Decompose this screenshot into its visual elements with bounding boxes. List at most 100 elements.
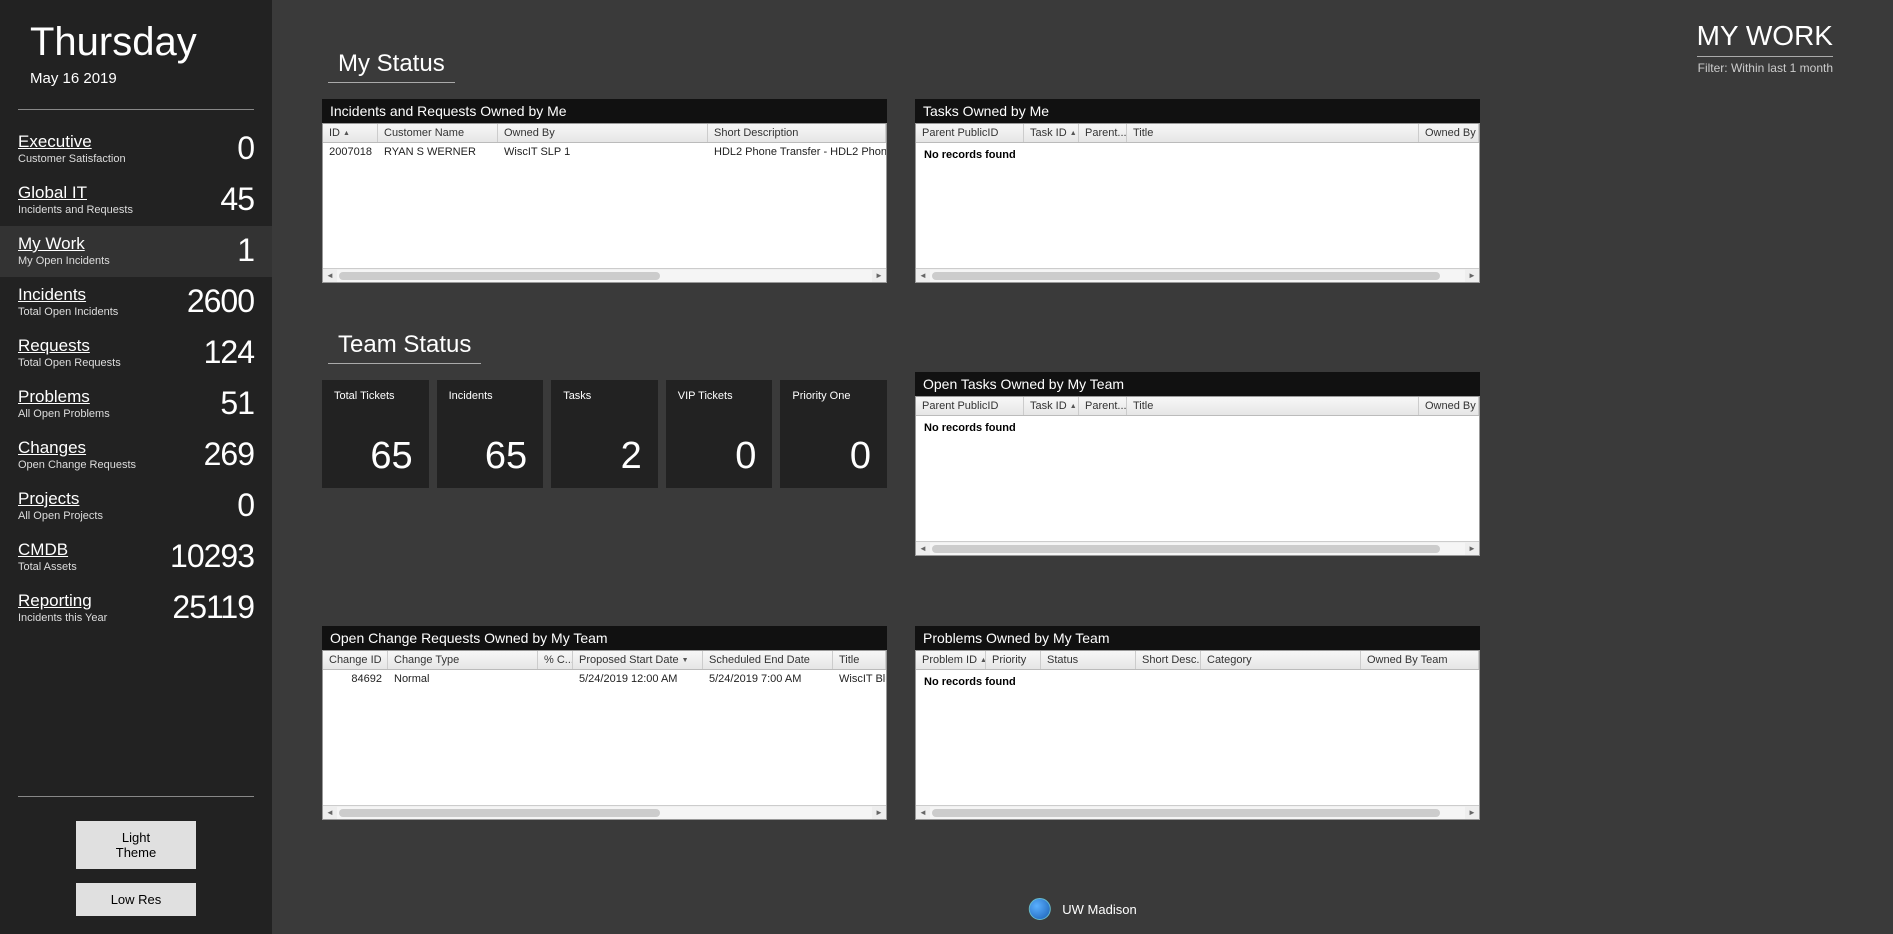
stat-label: Incidents <box>449 390 532 402</box>
col-customer[interactable]: Customer Name <box>378 124 498 142</box>
cell-cust: RYAN S WERNER <box>378 143 498 161</box>
filter-label: Filter: Within last 1 month <box>1697 61 1833 75</box>
col-title[interactable]: Title <box>833 651 886 669</box>
scroll-thumb[interactable] <box>339 809 660 817</box>
grid[interactable]: ID▲ Customer Name Owned By Short Descrip… <box>322 123 887 283</box>
table-row[interactable]: 84692 Normal 5/24/2019 12:00 AM 5/24/201… <box>323 670 886 688</box>
stat-incidents[interactable]: Incidents 65 <box>437 380 544 488</box>
nav-count: 10293 <box>170 538 254 575</box>
scroll-right-icon[interactable]: ► <box>872 806 886 820</box>
grid[interactable]: Parent PublicID Task ID▲ Parent... Title… <box>915 396 1480 556</box>
nav-count: 25119 <box>172 589 254 626</box>
stat-priority-one[interactable]: Priority One0 <box>780 380 887 488</box>
nav-count: 124 <box>204 334 254 371</box>
stat-value: 65 <box>449 435 532 478</box>
col-title[interactable]: Title <box>1127 397 1419 415</box>
col-tid[interactable]: Task ID▲ <box>1024 124 1079 142</box>
col-pstart[interactable]: Proposed Start Date▼ <box>573 651 703 669</box>
panel-open-change-requests-team: Open Change Requests Owned by My Team Ch… <box>322 626 887 820</box>
col-id[interactable]: ID▲ <box>323 124 378 142</box>
light-theme-button[interactable]: Light Theme <box>76 821 196 869</box>
grid[interactable]: Change ID Change Type % C... Proposed St… <box>322 650 887 820</box>
cell-pc <box>538 670 573 688</box>
stat-vip[interactable]: VIP Tickets0 <box>666 380 773 488</box>
col-pc[interactable]: % C... <box>538 651 573 669</box>
nav-projects[interactable]: ProjectsAll Open Projects 0 <box>0 481 272 532</box>
nav-incidents[interactable]: IncidentsTotal Open Incidents 2600 <box>0 277 272 328</box>
nav-changes[interactable]: ChangesOpen Change Requests 269 <box>0 430 272 481</box>
stat-tasks[interactable]: Tasks2 <box>551 380 658 488</box>
h-scrollbar[interactable]: ◄► <box>916 805 1479 819</box>
col-owned[interactable]: Owned By <box>1419 397 1479 415</box>
nav-sub: All Open Projects <box>18 510 103 522</box>
scroll-left-icon[interactable]: ◄ <box>323 806 337 820</box>
footer: UW Madison <box>1028 898 1136 920</box>
nav-reporting[interactable]: ReportingIncidents this Year 25119 <box>0 583 272 634</box>
col-owned[interactable]: Owned By Team <box>1361 651 1479 669</box>
scroll-right-icon[interactable]: ► <box>1465 806 1479 820</box>
nav-count: 45 <box>220 181 254 218</box>
col-cid[interactable]: Change ID <box>323 651 388 669</box>
stat-label: VIP Tickets <box>678 390 761 402</box>
col-parent[interactable]: Parent... <box>1079 397 1127 415</box>
col-title[interactable]: Title <box>1127 124 1419 142</box>
col-prio[interactable]: Priority <box>986 651 1041 669</box>
stat-total-tickets[interactable]: Total Tickets65 <box>322 380 429 488</box>
nav-sub: Incidents and Requests <box>18 204 133 216</box>
scroll-thumb[interactable] <box>932 545 1440 553</box>
nav-title: Problems <box>18 387 110 407</box>
panel-title: Open Tasks Owned by My Team <box>915 372 1480 396</box>
scroll-right-icon[interactable]: ► <box>1465 269 1479 283</box>
nav-my-work[interactable]: My WorkMy Open Incidents 1 <box>0 226 272 277</box>
divider <box>18 109 254 110</box>
low-res-button[interactable]: Low Res <box>76 883 196 916</box>
col-ownedby[interactable]: Owned By <box>498 124 708 142</box>
nav-count: 0 <box>237 130 254 167</box>
col-tid[interactable]: Task ID▲ <box>1024 397 1079 415</box>
section-team-status: Team Status <box>328 331 481 364</box>
col-shortdesc[interactable]: Short Description <box>708 124 886 142</box>
col-ctype[interactable]: Change Type <box>388 651 538 669</box>
scroll-thumb[interactable] <box>339 272 660 280</box>
col-owned[interactable]: Owned By <box>1419 124 1479 142</box>
h-scrollbar[interactable]: ◄► <box>323 805 886 819</box>
scroll-thumb[interactable] <box>932 809 1440 817</box>
col-pid[interactable]: Problem ID▲ <box>916 651 986 669</box>
cell-cid: 84692 <box>323 670 388 688</box>
nav-global-it[interactable]: Global ITIncidents and Requests 45 <box>0 175 272 226</box>
cell-send: 5/24/2019 7:00 AM <box>703 670 833 688</box>
section-my-status: My Status <box>328 50 455 83</box>
col-parent[interactable]: Parent... <box>1079 124 1127 142</box>
grid[interactable]: Parent PublicID Task ID▲ Parent... Title… <box>915 123 1480 283</box>
page-header: MY WORK Filter: Within last 1 month <box>1697 20 1833 75</box>
stat-label: Tasks <box>563 390 646 402</box>
scroll-right-icon[interactable]: ► <box>1465 542 1479 556</box>
col-sdesc[interactable]: Short Desc... <box>1136 651 1201 669</box>
grid[interactable]: Problem ID▲ Priority Status Short Desc..… <box>915 650 1480 820</box>
h-scrollbar[interactable]: ◄► <box>323 268 886 282</box>
col-ppid[interactable]: Parent PublicID <box>916 397 1024 415</box>
nav-count: 51 <box>220 385 254 422</box>
h-scrollbar[interactable]: ◄► <box>916 268 1479 282</box>
logo-icon <box>1028 898 1050 920</box>
scroll-left-icon[interactable]: ◄ <box>323 269 337 283</box>
scroll-left-icon[interactable]: ◄ <box>916 269 930 283</box>
table-row[interactable]: 2007018 RYAN S WERNER WiscIT SLP 1 HDL2 … <box>323 143 886 161</box>
nav-executive[interactable]: ExecutiveCustomer Satisfaction 0 <box>0 124 272 175</box>
scroll-right-icon[interactable]: ► <box>872 269 886 283</box>
col-ppid[interactable]: Parent PublicID <box>916 124 1024 142</box>
scroll-thumb[interactable] <box>932 272 1440 280</box>
nav-cmdb[interactable]: CMDBTotal Assets 10293 <box>0 532 272 583</box>
col-send[interactable]: Scheduled End Date <box>703 651 833 669</box>
h-scrollbar[interactable]: ◄► <box>916 541 1479 555</box>
col-cat[interactable]: Category <box>1201 651 1361 669</box>
nav-requests[interactable]: RequestsTotal Open Requests 124 <box>0 328 272 379</box>
scroll-left-icon[interactable]: ◄ <box>916 806 930 820</box>
panel-title: Tasks Owned by Me <box>915 99 1480 123</box>
col-status[interactable]: Status <box>1041 651 1136 669</box>
scroll-left-icon[interactable]: ◄ <box>916 542 930 556</box>
stats-row: Total Tickets65 Incidents 65 Tasks2 VIP T… <box>322 380 887 488</box>
no-records: No records found <box>916 143 1479 167</box>
stat-value: 65 <box>334 435 417 478</box>
nav-problems[interactable]: ProblemsAll Open Problems 51 <box>0 379 272 430</box>
